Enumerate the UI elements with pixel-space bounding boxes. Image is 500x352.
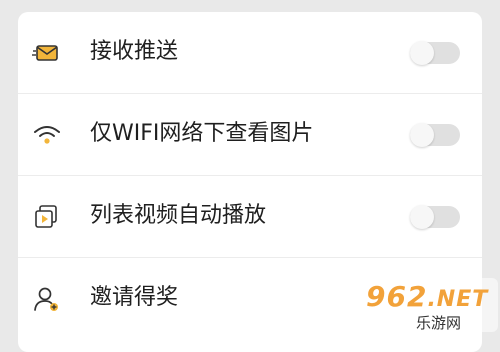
wifi-icon xyxy=(32,121,62,149)
watermark-brand: 962 xyxy=(366,280,428,313)
watermark-domain: .NET xyxy=(427,287,489,312)
push-toggle[interactable] xyxy=(410,41,460,65)
autoplay-toggle[interactable] xyxy=(410,205,460,229)
site-watermark: 962.NET 乐游网 xyxy=(358,278,498,332)
watermark-logo: 962.NET xyxy=(366,280,488,313)
watermark-name: 乐游网 xyxy=(416,314,462,332)
toggle-knob xyxy=(410,123,434,147)
toggle-knob xyxy=(410,41,434,65)
video-play-icon xyxy=(32,203,62,231)
settings-row-wifi-images[interactable]: 仅WIFI网络下查看图片 xyxy=(18,94,482,176)
settings-row-autoplay[interactable]: 列表视频自动播放 xyxy=(18,176,482,258)
envelope-icon xyxy=(32,39,62,67)
toggle-knob xyxy=(410,205,434,229)
settings-row-label: 接收推送 xyxy=(90,39,179,64)
settings-row-push[interactable]: 接收推送 xyxy=(18,12,482,94)
settings-row-label: 仅WIFI网络下查看图片 xyxy=(90,121,314,146)
add-user-icon xyxy=(32,285,62,313)
settings-row-label: 邀请得奖 xyxy=(90,285,179,310)
settings-row-label: 列表视频自动播放 xyxy=(90,203,267,228)
wifi-images-toggle[interactable] xyxy=(410,123,460,147)
